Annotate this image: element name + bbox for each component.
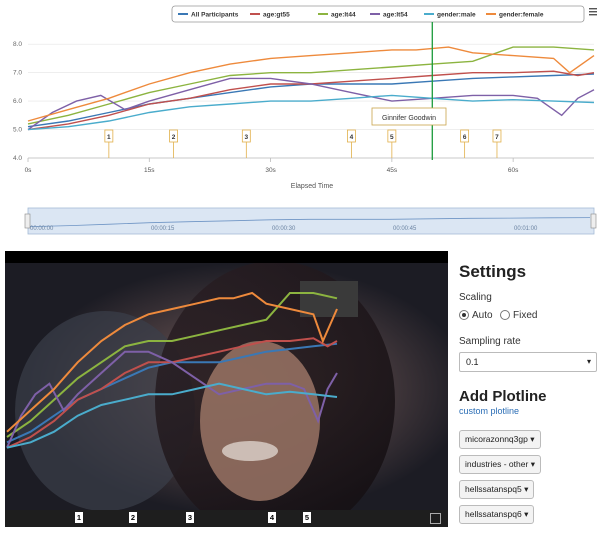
legend-label: All Participants [191,12,239,19]
navigator[interactable] [27,207,595,235]
y-tick-label: 7.0 [13,70,22,77]
navigator-tick-label: 00:01:00 [514,226,538,232]
legend-label: age:lt54 [383,12,408,19]
navigator-tick-label: 00:00:00 [30,226,54,232]
settings-title: Settings [459,262,527,281]
add-plotline-title: Add Plotline [459,388,547,405]
plotline-button-2[interactable]: industries - other ▾ [459,455,541,474]
tooltip: Ginnifer Goodwin [371,107,447,126]
y-tick-label: 5.0 [13,127,22,134]
caret-down-icon: ▾ [524,484,529,494]
video-scene-marker[interactable]: 3 [186,512,194,523]
navigator-handle-right[interactable] [590,213,597,229]
legend-label: age:gt55 [263,12,290,19]
video-player[interactable]: 1 2 3 4 5 [5,251,448,527]
video-scene-marker[interactable]: 5 [303,512,311,523]
x-axis-label: Elapsed Time [291,183,334,190]
legend-label: age:lt44 [331,12,356,19]
tooltip-text: Ginnifer Goodwin [382,115,436,122]
video-controls[interactable] [5,510,448,527]
scaling-label: Scaling [459,292,492,303]
caret-down-icon: ▾ [524,509,529,519]
navigator-tick-label: 00:00:15 [151,226,175,232]
video-series-line [6,382,338,449]
caret-down-icon: ▾ [530,459,535,469]
y-tick-label: 6.0 [13,98,22,105]
scene-marker-label: 6 [463,134,467,141]
y-tick-label: 8.0 [13,41,22,48]
video-scene-marker[interactable]: 2 [129,512,137,523]
plotline-button-label: micorazonnq3gp [465,434,528,444]
scene-marker-label: 3 [245,134,249,141]
y-tick-label: 4.0 [13,155,22,162]
scene-marker-label: 4 [350,134,354,141]
fullscreen-icon[interactable] [430,513,441,524]
plotline-button-label: hellssatanspq6 [465,509,522,519]
scene-marker-label: 2 [172,134,176,141]
scaling-fixed-label[interactable]: Fixed [513,310,537,321]
video-series-line [6,350,338,449]
sampling-rate-value: 0.1 [466,357,479,367]
emotion-chart: All Participants age:gt55 age:lt44 age:lt54… [0,0,600,245]
navigator-tick-label: 00:00:45 [393,226,417,232]
plotline-button-4[interactable]: hellssatanspq6 ▾ [459,505,535,524]
video-series-line [6,292,338,438]
x-tick-label: 30s [265,167,276,174]
x-tick-label: 45s [387,167,398,174]
plotline-button-label: industries - other [465,459,529,469]
plotline-button-3[interactable]: hellssatanspq5 ▾ [459,480,535,499]
menu-icon[interactable] [589,8,597,16]
dropdown-arrow-icon: ▾ [586,357,591,366]
video-scene-marker[interactable]: 4 [268,512,276,523]
scene-marker-label: 5 [390,134,394,141]
sampling-rate-label: Sampling rate [459,336,521,347]
navigator-tick-label: 00:00:30 [272,226,296,232]
scene-marker-label: 7 [495,134,499,141]
x-tick-label: 15s [144,167,155,174]
scaling-fixed-radio[interactable] [500,310,510,320]
x-tick-label: 60s [508,167,519,174]
plotline-button-label: hellssatanspq5 [465,484,522,494]
video-series-line [6,342,338,444]
scaling-auto-label[interactable]: Auto [472,310,493,321]
caret-down-icon: ▾ [530,434,535,444]
video-scene-marker[interactable]: 1 [75,512,83,523]
legend-label: gender:female [499,12,544,19]
scene-marker-label: 1 [107,134,111,141]
video-plot-overlay [6,291,338,449]
plotline-button-1[interactable]: micorazonnq3gp ▾ [459,430,541,449]
x-tick-label: 0s [25,167,33,174]
custom-plotline-link[interactable]: custom plotline [459,406,519,416]
video-series-line [6,337,338,449]
sampling-rate-select[interactable]: 0.1 ▾ [459,352,597,372]
legend-label: gender:male [437,12,476,19]
scaling-auto-radio[interactable] [459,310,469,320]
